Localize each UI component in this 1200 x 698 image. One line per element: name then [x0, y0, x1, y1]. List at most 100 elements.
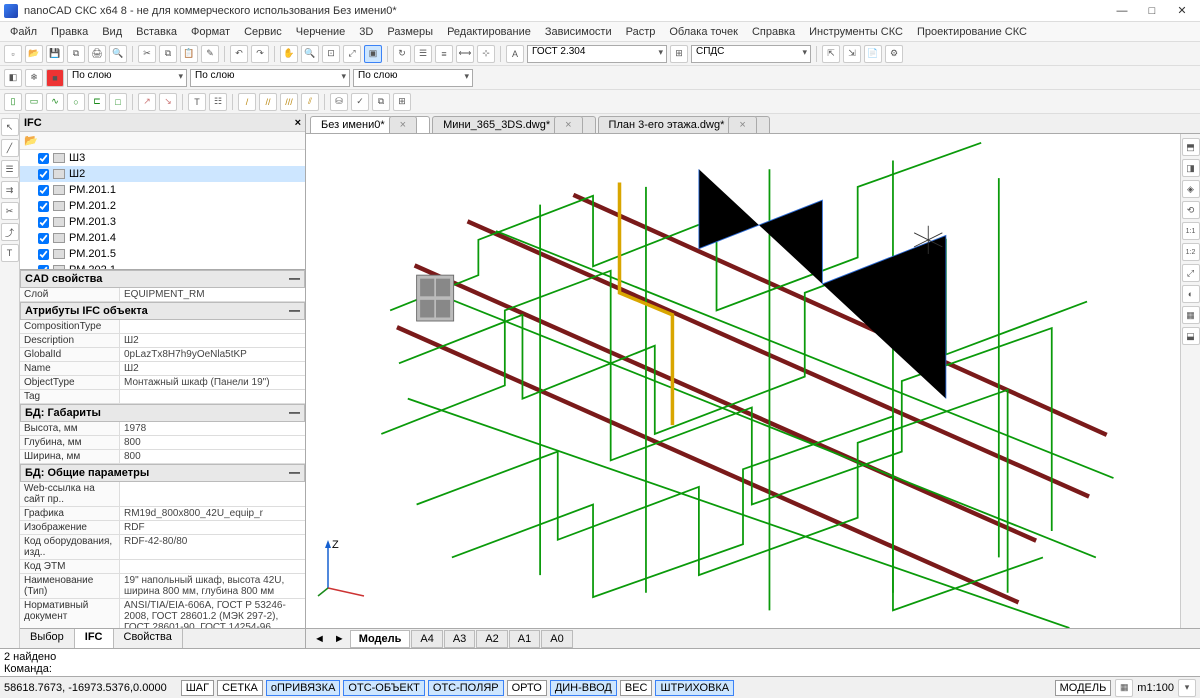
new-icon[interactable]: ▫: [4, 45, 22, 63]
prop-value[interactable]: [120, 560, 305, 573]
save-icon[interactable]: 💾: [46, 45, 64, 63]
tree-item[interactable]: РМ.201.4: [20, 230, 305, 246]
sidebar-close-icon[interactable]: ×: [295, 117, 301, 129]
copy-icon[interactable]: ⧉: [159, 45, 177, 63]
menu-Черчение[interactable]: Черчение: [290, 24, 352, 40]
prop-row[interactable]: СлойEQUIPMENT_RM: [20, 288, 305, 302]
prop-value[interactable]: Монтажный шкаф (Панели 19"): [120, 376, 305, 389]
paste-icon[interactable]: 📋: [180, 45, 198, 63]
prop-row[interactable]: Ширина, мм800: [20, 450, 305, 464]
prop-row[interactable]: ObjectTypeМонтажный шкаф (Панели 19"): [20, 376, 305, 390]
prop-row[interactable]: Код ЭТМ: [20, 560, 305, 574]
preview-icon[interactable]: 🔍: [109, 45, 127, 63]
saveall-icon[interactable]: ⧉: [67, 45, 85, 63]
prop-section-header[interactable]: БД: Общие параметры—: [20, 464, 305, 482]
menu-Редактирование[interactable]: Редактирование: [441, 24, 537, 40]
tab-close-icon[interactable]: ×: [389, 116, 417, 133]
prop-value[interactable]: RM19d_800x800_42U_equip_r: [120, 507, 305, 520]
tree-item[interactable]: РМ.201.5: [20, 246, 305, 262]
view-front-icon[interactable]: ◨: [1182, 159, 1200, 177]
layer-freeze-icon[interactable]: ❄: [25, 69, 43, 87]
menu-Растр[interactable]: Растр: [620, 24, 662, 40]
text-icon[interactable]: T: [1, 244, 19, 262]
export-icon[interactable]: ⇱: [822, 45, 840, 63]
sks-db-icon[interactable]: ⛁: [330, 93, 348, 111]
sidebar-tab-Выбор[interactable]: Выбор: [20, 629, 75, 648]
drawing-tab[interactable]: Мини_365_3DS.dwg*×: [432, 116, 595, 133]
sks-label-icon[interactable]: T: [188, 93, 206, 111]
status-toggle-СЕТКА[interactable]: СЕТКА: [217, 680, 263, 696]
prop-value[interactable]: [120, 482, 305, 506]
layer-state-icon[interactable]: ◧: [4, 69, 22, 87]
zoom-icon[interactable]: 🔍: [301, 45, 319, 63]
layout-prev-icon[interactable]: ◄: [310, 631, 329, 647]
minimize-button[interactable]: —: [1108, 2, 1136, 20]
sks-report-icon[interactable]: ☷: [209, 93, 227, 111]
status-toggle-ОТС-ПОЛЯР[interactable]: ОТС-ПОЛЯР: [428, 680, 504, 696]
layout-tab-A1[interactable]: A1: [509, 630, 540, 648]
menu-Зависимости[interactable]: Зависимости: [539, 24, 618, 40]
layers-panel-icon[interactable]: ☰: [1, 160, 19, 178]
color-icon[interactable]: ■: [46, 69, 64, 87]
prop-value[interactable]: RDF: [120, 521, 305, 534]
status-model[interactable]: МОДЕЛЬ: [1055, 680, 1112, 696]
text-style-icon[interactable]: A: [506, 45, 524, 63]
menu-Формат[interactable]: Формат: [185, 24, 236, 40]
folder-open-icon[interactable]: 📂: [24, 134, 38, 147]
sks-mark4-icon[interactable]: ⫽: [301, 93, 319, 111]
prop-row[interactable]: ГрафикаRM19d_800x800_42U_equip_r: [20, 507, 305, 521]
sidebar-tab-IFC[interactable]: IFC: [75, 629, 114, 648]
select-icon[interactable]: ↖: [1, 118, 19, 136]
prop-section-header[interactable]: CAD свойства—: [20, 270, 305, 288]
match-icon[interactable]: ✎: [201, 45, 219, 63]
prop-row[interactable]: ИзображениеRDF: [20, 521, 305, 535]
menu-Проектирование СКС[interactable]: Проектирование СКС: [911, 24, 1033, 40]
collapse-icon[interactable]: —: [289, 273, 300, 285]
layer-weight-select[interactable]: По слою: [353, 69, 473, 87]
status-toggle-ОТС-ОБЪЕКТ[interactable]: ОТС-ОБЪЕКТ: [343, 680, 424, 696]
sks-outlet-icon[interactable]: ○: [67, 93, 85, 111]
view-top-icon[interactable]: ⬒: [1182, 138, 1200, 156]
tree-checkbox[interactable]: [38, 153, 49, 164]
offset-icon[interactable]: ⇉: [1, 181, 19, 199]
prop-row[interactable]: Web-ссылка на сайт пр..: [20, 482, 305, 507]
ifc-tree[interactable]: Ш3Ш2РМ.201.1РМ.201.2РМ.201.3РМ.201.4РМ.2…: [20, 150, 305, 270]
view-iso-icon[interactable]: ◈: [1182, 180, 1200, 198]
sks-mark2-icon[interactable]: //: [259, 93, 277, 111]
prop-section-header[interactable]: БД: Габариты—: [20, 404, 305, 422]
sks-panel-icon[interactable]: ▭: [25, 93, 43, 111]
prop-value[interactable]: 0pLazTx8H7h9yOeNla5tKP: [120, 348, 305, 361]
tree-checkbox[interactable]: [38, 201, 49, 212]
prop-row[interactable]: Глубина, мм800: [20, 436, 305, 450]
menu-Облака точек[interactable]: Облака точек: [663, 24, 744, 40]
prop-value[interactable]: ANSI/TIA/EIA-606A, ГОСТ Р 53246-2008, ГО…: [120, 599, 305, 628]
prop-value[interactable]: 800: [120, 436, 305, 449]
maximize-button[interactable]: □: [1138, 2, 1166, 20]
layers-icon[interactable]: ☰: [414, 45, 432, 63]
tree-item[interactable]: Ш3: [20, 150, 305, 166]
prop-value[interactable]: 19" напольный шкаф, высота 42U, ширина 8…: [120, 574, 305, 598]
render-icon[interactable]: ◐: [1182, 285, 1200, 303]
status-toggle-ОРТО[interactable]: ОРТО: [507, 680, 547, 696]
wireframe-icon[interactable]: ▦: [1182, 306, 1200, 324]
ucs-icon[interactable]: ⊹: [477, 45, 495, 63]
tree-item[interactable]: РМ.201.3: [20, 214, 305, 230]
tree-item[interactable]: РМ.201.2: [20, 198, 305, 214]
layout-tab-A3[interactable]: A3: [444, 630, 475, 648]
prop-row[interactable]: Tag: [20, 390, 305, 404]
zoom-all-icon[interactable]: ⤢: [1182, 264, 1200, 282]
extend-icon[interactable]: ⤴: [1, 223, 19, 241]
status-toggle-ШАГ[interactable]: ШАГ: [181, 680, 214, 696]
status-toggle-ШТРИХОВКА[interactable]: ШТРИХОВКА: [655, 680, 734, 696]
sks-check-icon[interactable]: ✓: [351, 93, 369, 111]
layout-tab-A0[interactable]: A0: [541, 630, 572, 648]
prop-value[interactable]: Ш2: [120, 334, 305, 347]
scale-1-2-icon[interactable]: 1:2: [1182, 243, 1200, 261]
scale-1-1-icon[interactable]: 1:1: [1182, 222, 1200, 240]
menu-Размеры[interactable]: Размеры: [381, 24, 439, 40]
sks-copy-icon[interactable]: ⧉: [372, 93, 390, 111]
props-icon[interactable]: ≡: [435, 45, 453, 63]
layer-color-select[interactable]: По слою: [67, 69, 187, 87]
tree-checkbox[interactable]: [38, 185, 49, 196]
layout-tab-A2[interactable]: A2: [476, 630, 507, 648]
